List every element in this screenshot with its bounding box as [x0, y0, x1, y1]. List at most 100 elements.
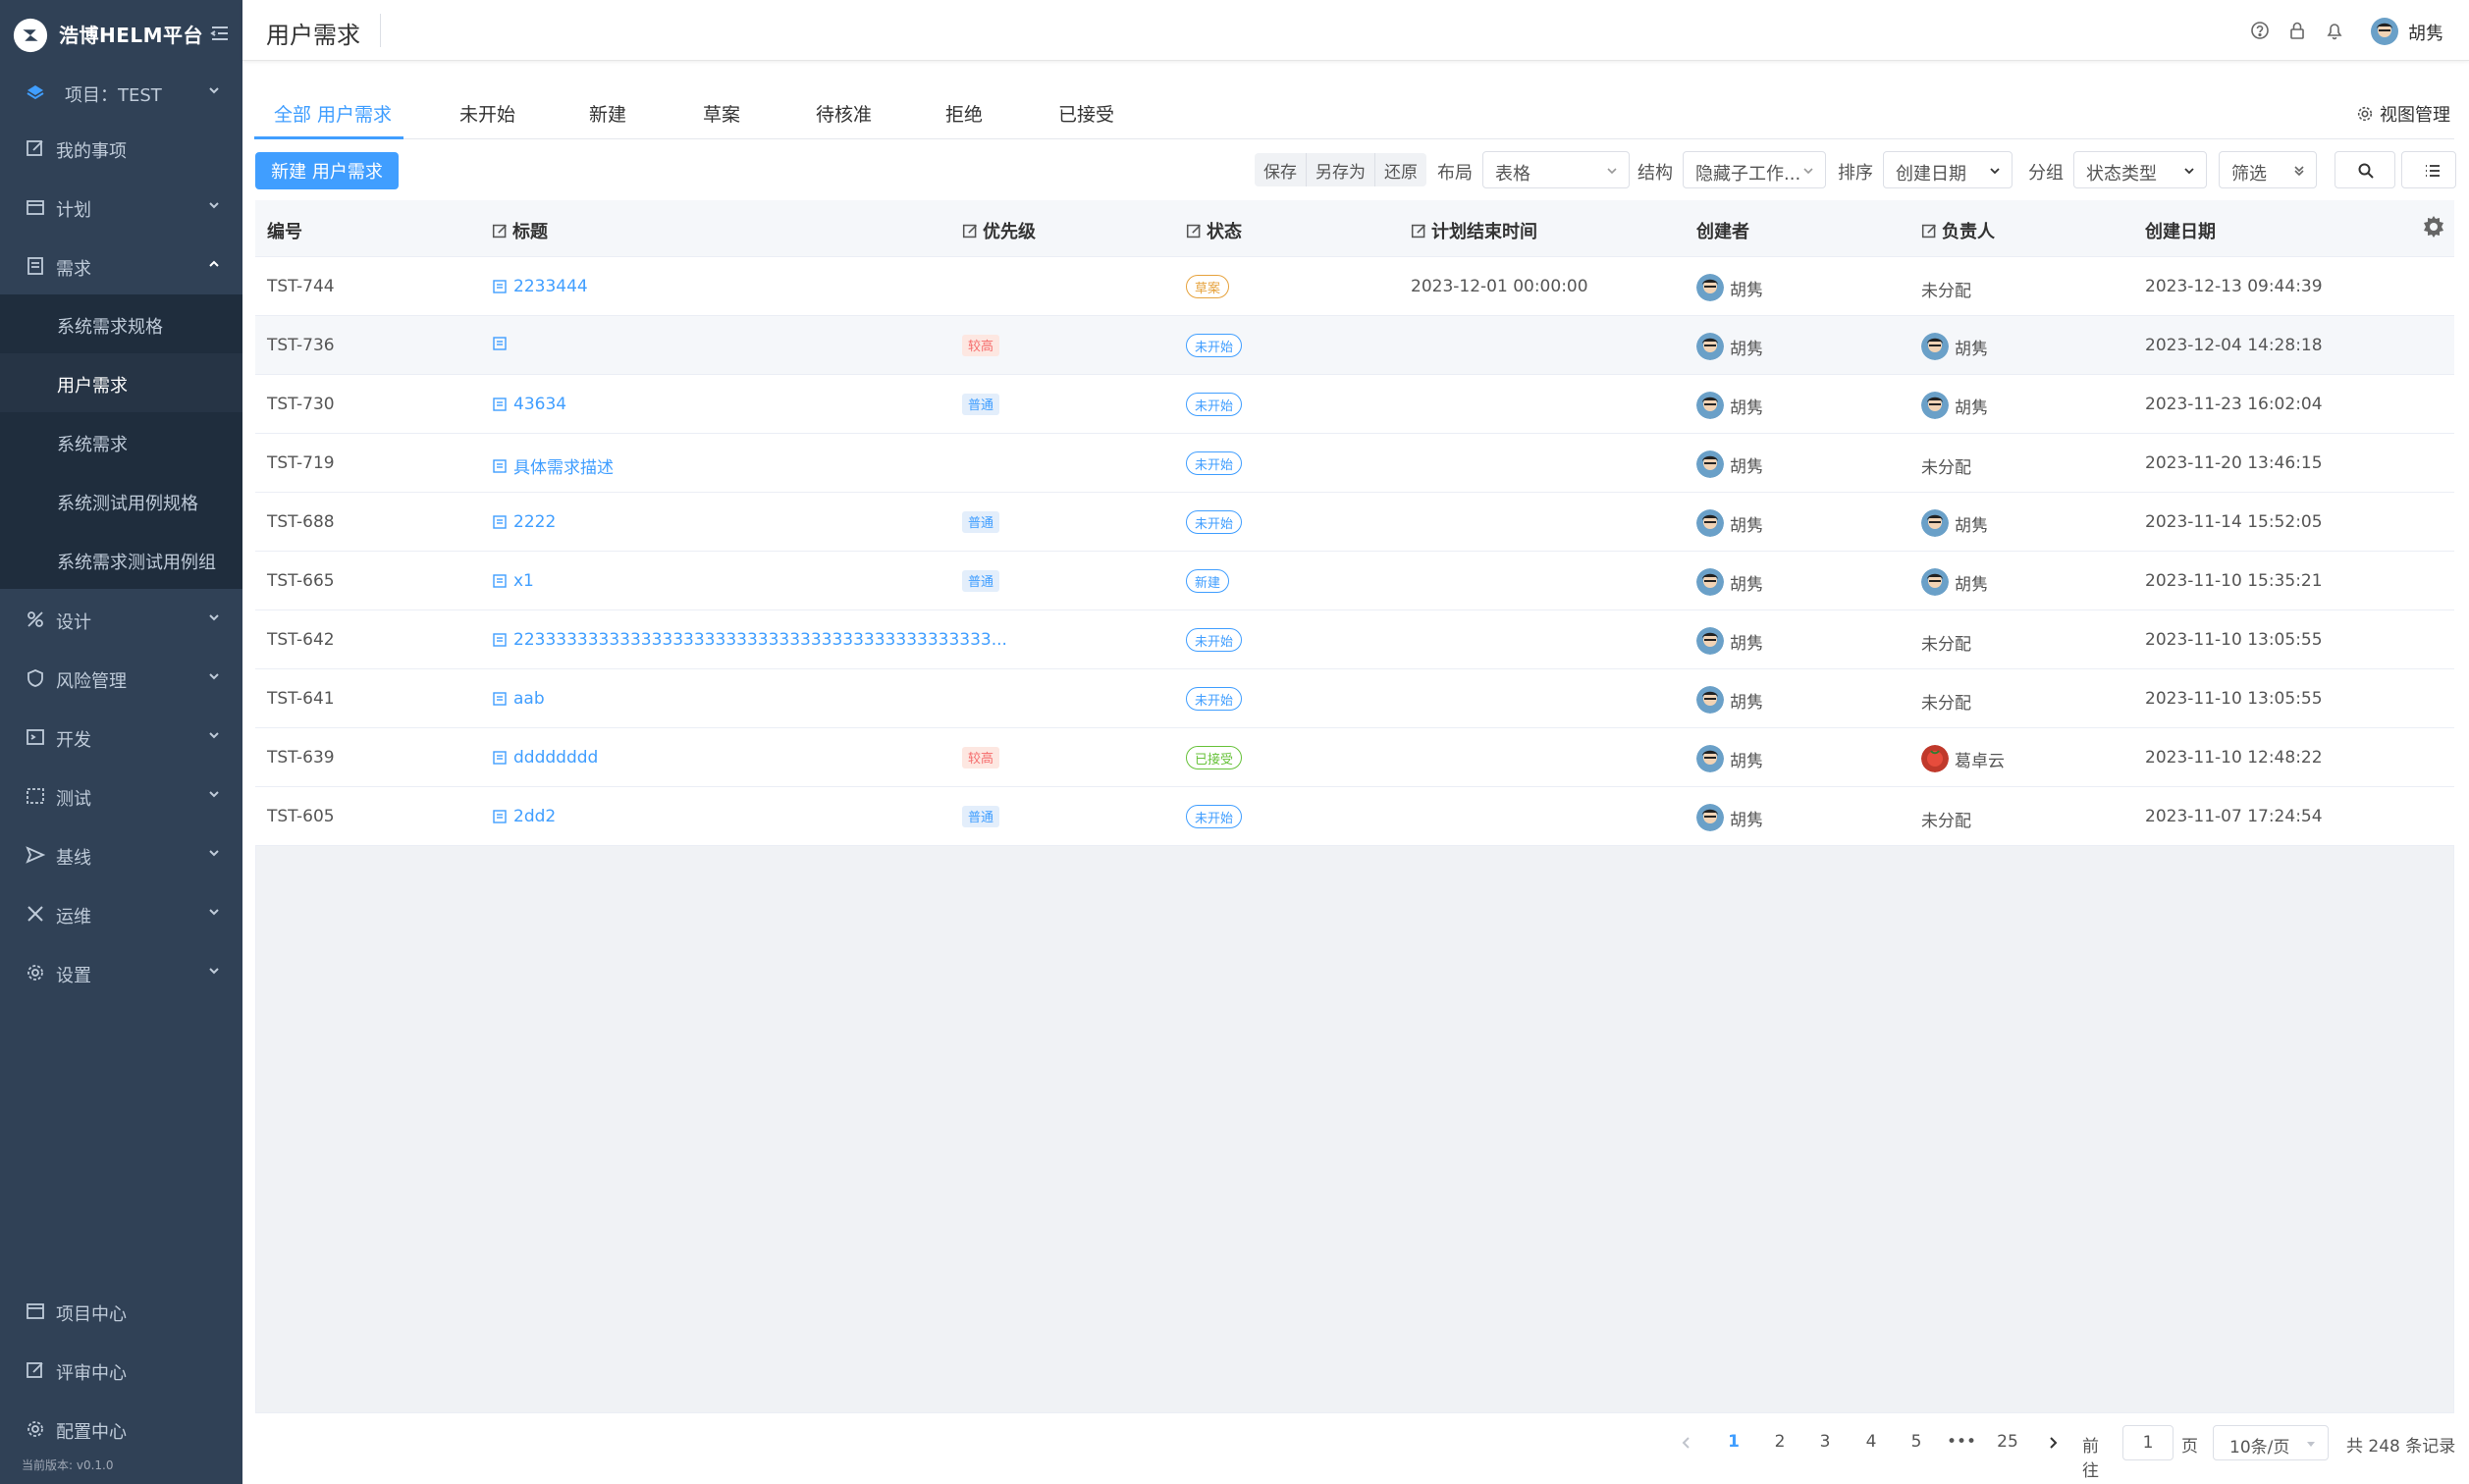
cell-title[interactable]: aab	[492, 689, 545, 709]
cell-title-text[interactable]: 43634	[513, 395, 566, 414]
list-view-button[interactable]	[2401, 151, 2456, 188]
status-badge[interactable]: 未开始	[1186, 628, 1243, 652]
restore-button[interactable]: 还原	[1375, 153, 1426, 186]
cell-title-text[interactable]: 2dd2	[513, 807, 556, 826]
cell-owner[interactable]: 胡隽	[1921, 392, 1988, 419]
cell-title-text[interactable]: aab	[513, 689, 545, 709]
table-row[interactable]: TST-719 具体需求描述 未开始 胡隽 未分配 2023-11-20 13:46:15	[255, 434, 2454, 493]
status-badge[interactable]: 未开始	[1186, 393, 1243, 416]
save-as-button[interactable]: 另存为	[1307, 153, 1375, 186]
cell-title[interactable]: dddddddd	[492, 748, 598, 768]
cell-owner[interactable]: 葛卓云	[1921, 745, 2005, 772]
sidebar-sub-user-req[interactable]: 用户需求	[0, 353, 242, 412]
page-4[interactable]: 4	[1853, 1432, 1889, 1452]
sidebar-item-plan[interactable]: 计划	[0, 180, 242, 235]
table-row[interactable]: TST-688 2222 普通 未开始 胡隽 胡隽 2023-11-14 15:52:05	[255, 493, 2454, 552]
structure-select[interactable]: 隐藏子工作...	[1683, 151, 1826, 188]
goto-page-input[interactable]: 1	[2122, 1425, 2174, 1460]
tab-not-started[interactable]: 未开始	[459, 100, 515, 127]
view-manage-button[interactable]: 视图管理	[2356, 101, 2450, 127]
cell-title[interactable]: x1	[492, 571, 534, 591]
table-row[interactable]: TST-736 较高 未开始 胡隽 胡隽 2023-12-04 14:28:18	[255, 316, 2454, 375]
status-badge[interactable]: 草案	[1186, 275, 1230, 298]
cell-title[interactable]: 2233333333333333333333333333333333333333…	[492, 630, 1007, 650]
cell-title-text[interactable]: 具体需求描述	[513, 453, 614, 478]
save-button[interactable]: 保存	[1255, 153, 1307, 186]
sidebar-item-config-center[interactable]: 配置中心	[0, 1402, 242, 1457]
filter-button[interactable]: 筛选	[2219, 151, 2317, 188]
search-button[interactable]	[2335, 151, 2395, 188]
sidebar-item-review-center[interactable]: 评审中心	[0, 1343, 242, 1398]
tab-rejected[interactable]: 拒绝	[945, 100, 983, 127]
tab-pending-approval[interactable]: 待核准	[816, 100, 872, 127]
page-5[interactable]: 5	[1899, 1432, 1934, 1452]
user-avatar[interactable]	[2371, 18, 2398, 45]
status-badge[interactable]: 已接受	[1186, 746, 1243, 769]
cell-title-text[interactable]: 2233444	[513, 277, 588, 296]
lock-icon[interactable]	[2286, 20, 2308, 41]
tab-draft[interactable]: 草案	[703, 100, 740, 127]
sidebar-item-dev[interactable]: 开发	[0, 710, 242, 765]
sidebar-item-ops[interactable]: 运维	[0, 886, 242, 941]
prev-page-icon[interactable]	[1679, 1435, 1694, 1451]
page-3[interactable]: 3	[1807, 1432, 1843, 1452]
status-badge[interactable]: 未开始	[1186, 510, 1243, 534]
user-name[interactable]: 胡隽	[2408, 20, 2443, 45]
tab-accepted[interactable]: 已接受	[1058, 100, 1114, 127]
table-row[interactable]: TST-730 43634 普通 未开始 胡隽 胡隽 2023-11-23 16:02:04	[255, 375, 2454, 434]
cell-owner[interactable]: 胡隽	[1921, 568, 1988, 596]
cell-title-text[interactable]: x1	[513, 571, 534, 591]
group-select[interactable]: 状态类型	[2073, 151, 2207, 188]
cell-owner[interactable]: 未分配	[1921, 807, 1971, 831]
cell-title[interactable]	[492, 336, 513, 351]
table-row[interactable]: TST-744 2233444 草案 2023-12-01 00:00:00 胡隽 未分配…	[255, 257, 2454, 316]
status-badge[interactable]: 未开始	[1186, 451, 1243, 475]
cell-owner[interactable]: 未分配	[1921, 689, 1971, 714]
tab-new[interactable]: 新建	[589, 100, 626, 127]
cell-title[interactable]: 2222	[492, 512, 556, 532]
sidebar-sub-req-test-group[interactable]: 系统需求测试用例组	[0, 530, 242, 589]
page-2[interactable]: 2	[1762, 1432, 1798, 1452]
table-row[interactable]: TST-665 x1 普通 新建 胡隽 胡隽 2023-11-10 15:35:21	[255, 552, 2454, 610]
bell-icon[interactable]	[2324, 20, 2345, 41]
cell-title[interactable]: 2dd2	[492, 807, 556, 826]
layout-select[interactable]: 表格	[1482, 151, 1630, 188]
menu-collapse-icon[interactable]	[208, 22, 232, 45]
sidebar-item-test[interactable]: 测试	[0, 768, 242, 823]
page-size-select[interactable]: 10条/页	[2213, 1425, 2329, 1460]
next-page-icon[interactable]	[2045, 1435, 2061, 1451]
cell-title[interactable]: 43634	[492, 395, 566, 414]
sidebar-sub-system-req-spec[interactable]: 系统需求规格	[0, 294, 242, 353]
cell-title-text[interactable]: 2233333333333333333333333333333333333333…	[513, 630, 1007, 650]
page-last[interactable]: 25	[1990, 1432, 2025, 1452]
sidebar-item-requirements[interactable]: 需求	[0, 238, 242, 293]
cell-owner[interactable]: 未分配	[1921, 277, 1971, 301]
cell-owner[interactable]: 胡隽	[1921, 509, 1988, 537]
status-badge[interactable]: 未开始	[1186, 805, 1243, 828]
help-icon[interactable]	[2249, 20, 2271, 41]
cell-title[interactable]: 2233444	[492, 277, 588, 296]
sidebar-project-select[interactable]: 项目：TEST	[0, 65, 242, 120]
sidebar-item-settings[interactable]: 设置	[0, 945, 242, 1000]
tab-all-user-req[interactable]: 全部 用户需求	[274, 100, 392, 127]
table-row[interactable]: TST-641 aab 未开始 胡隽 未分配 2023-11-10 13:05:55	[255, 669, 2454, 728]
cell-owner[interactable]: 未分配	[1921, 453, 1971, 478]
status-badge[interactable]: 新建	[1186, 569, 1230, 593]
sidebar-item-my-tasks[interactable]: 我的事项	[0, 121, 242, 176]
sort-select[interactable]: 创建日期	[1883, 151, 2013, 188]
cell-owner[interactable]: 胡隽	[1921, 333, 1988, 360]
sidebar-item-risk[interactable]: 风险管理	[0, 651, 242, 706]
status-badge[interactable]: 未开始	[1186, 334, 1243, 357]
table-settings-gear-icon[interactable]	[2421, 214, 2446, 239]
status-badge[interactable]: 未开始	[1186, 687, 1243, 711]
cell-title-text[interactable]: dddddddd	[513, 748, 598, 768]
page-1[interactable]: 1	[1716, 1432, 1751, 1452]
table-row[interactable]: TST-605 2dd2 普通 未开始 胡隽 未分配 2023-11-07 17:24:54	[255, 787, 2454, 846]
table-row[interactable]: TST-639 dddddddd 较高 已接受 胡隽 葛卓云 2023-11-10 12:4…	[255, 728, 2454, 787]
sidebar-item-project-center[interactable]: 项目中心	[0, 1284, 242, 1339]
page-more[interactable]: •••	[1944, 1432, 1979, 1452]
cell-owner[interactable]: 未分配	[1921, 630, 1971, 655]
sidebar-item-design[interactable]: 设计	[0, 592, 242, 647]
sidebar-sub-system-req[interactable]: 系统需求	[0, 412, 242, 471]
cell-title-text[interactable]: 2222	[513, 512, 556, 532]
